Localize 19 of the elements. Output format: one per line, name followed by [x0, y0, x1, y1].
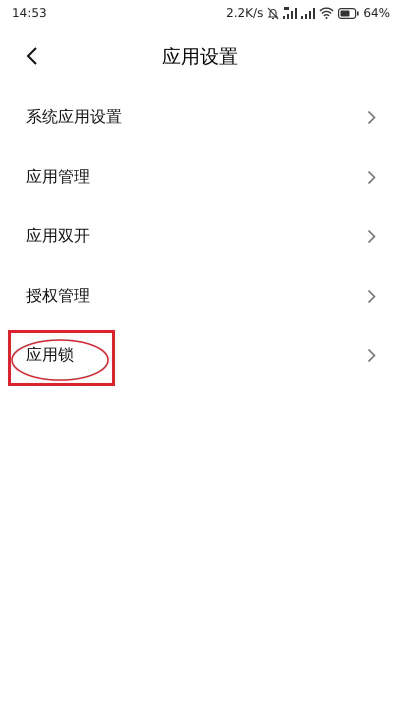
- chevron-icon: [367, 170, 376, 185]
- wifi-icon: [319, 7, 334, 19]
- chevron-icon: [367, 348, 376, 364]
- network-speed: 2.2K/s: [226, 6, 264, 20]
- battery-percent: 64%: [363, 6, 390, 20]
- status-time: 14:53: [12, 6, 47, 20]
- chevron-icon: [367, 229, 376, 244]
- settings-item[interactable]: 应用双开: [0, 207, 400, 266]
- chevron-icon: [367, 288, 376, 304]
- settings-item[interactable]: 应用管理: [0, 148, 400, 207]
- bell-muted-icon: [267, 6, 280, 20]
- signal-icon: [301, 7, 316, 19]
- page-title: 应用设置: [162, 45, 238, 70]
- signal-icon: [283, 7, 298, 19]
- settings-item[interactable]: 系统应用设置: [0, 88, 400, 148]
- chevron-icon: [367, 110, 376, 126]
- battery-icon: [338, 8, 360, 18]
- settings-item[interactable]: 授权管理: [0, 266, 400, 326]
- settings-item[interactable]: 应用锁: [0, 326, 400, 386]
